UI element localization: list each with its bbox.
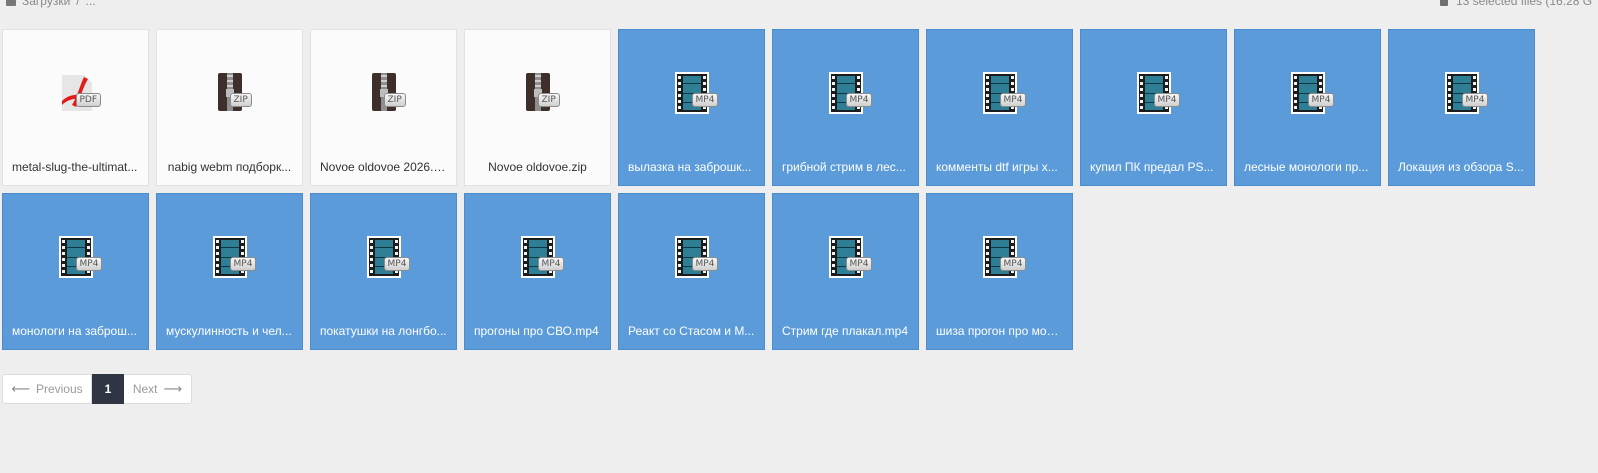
file-tile[interactable]: MP4 монологи на заброш... [2,193,149,350]
video-file-icon: MP4 [58,235,103,279]
video-file-icon: MP4 [982,235,1027,279]
video-file-icon: MP4 [982,71,1027,115]
file-extension-badge: MP4 [1153,93,1181,107]
video-file-icon: MP4 [1290,71,1335,115]
file-tile[interactable]: MP4 комменты dtf игры х... [926,29,1073,186]
file-extension-badge: MP4 [537,257,565,271]
file-tile[interactable]: MP4 Реакт со Стасом и М... [618,193,765,350]
file-tile[interactable]: MP4 покатушки на лонгбо... [310,193,457,350]
file-extension-badge: MP4 [1307,93,1335,107]
file-tile[interactable]: MP4 прогоны про СВО.mp4 [464,193,611,350]
zip-file-icon: ZIP [366,71,406,115]
breadcrumb-separator: / [76,0,80,8]
folder-icon [6,0,16,6]
file-name: покатушки на лонгбо... [320,324,447,338]
breadcrumb-folder[interactable]: Загрузки [22,0,70,8]
file-extension-badge: MP4 [75,257,103,271]
file-extension-badge: MP4 [229,257,257,271]
file-extension-badge: MP4 [999,93,1027,107]
current-page-button[interactable]: 1 [92,374,124,404]
video-file-icon: MP4 [828,235,873,279]
file-name: Стрим где плакал.mp4 [782,324,909,338]
file-name: мускулинность и чел... [166,324,292,338]
file-tile[interactable]: PDF metal-slug-the-ultimat... [2,29,149,186]
file-name: Локация из обзора S... [1398,160,1524,174]
file-grid: PDF metal-slug-the-ultimat... ZIP nabig web… [2,29,1535,350]
file-name: лесные монологи пр... [1244,160,1369,174]
zip-file-icon: ZIP [520,71,560,115]
zip-file-icon: ZIP [212,71,252,115]
video-file-icon: MP4 [674,235,719,279]
selection-text: 13 selected files (16.28 G [1456,0,1593,8]
file-tile[interactable]: MP4 вылазка на заброшк... [618,29,765,186]
breadcrumb: Загрузки / ... [6,0,96,8]
arrow-left-icon: ⟵ [11,381,30,396]
file-extension-badge: MP4 [1461,93,1489,107]
file-extension-badge: MP4 [691,93,719,107]
file-tile[interactable]: ZIP Novoe oldovoe 2026.zip [310,29,457,186]
file-name: прогоны про СВО.mp4 [474,324,599,338]
file-extension-badge: PDF [75,93,102,107]
next-label: Next [132,382,158,396]
pdf-file-icon: PDF [58,71,102,115]
file-extension-badge: MP4 [845,93,873,107]
arrow-right-icon: ⟶ [163,381,183,396]
video-file-icon: MP4 [828,71,873,115]
file-extension-badge: ZIP [229,93,252,107]
video-file-icon: MP4 [366,235,411,279]
video-file-icon: MP4 [674,71,719,115]
top-bar: Загрузки / ... 13 selected files (16.28 … [0,0,1598,14]
file-name: купил ПК предал PS... [1090,160,1214,174]
file-extension-badge: MP4 [691,257,719,271]
file-tile[interactable]: MP4 мускулинность и чел... [156,193,303,350]
file-extension-badge: MP4 [383,257,411,271]
video-file-icon: MP4 [1444,71,1489,115]
file-tile[interactable]: ZIP Novoe oldovoe.zip [464,29,611,186]
file-extension-badge: MP4 [845,257,873,271]
video-file-icon: MP4 [520,235,565,279]
file-name: комменты dtf игры х... [936,160,1058,174]
file-tile[interactable]: ZIP nabig webm подборк... [156,29,303,186]
file-extension-badge: ZIP [537,93,560,107]
file-extension-badge: ZIP [383,93,406,107]
file-tile[interactable]: MP4 купил ПК предал PS... [1080,29,1227,186]
file-tile[interactable]: MP4 Локация из обзора S... [1388,29,1535,186]
file-name: Novoe oldovoe 2026.zip [320,160,447,174]
previous-label: Previous [35,382,83,396]
file-extension-badge: MP4 [999,257,1027,271]
file-name: грибной стрим в лес... [782,160,906,174]
next-page-button[interactable]: Next ⟶ [124,374,192,404]
pagination: ⟵ Previous 1 Next ⟶ [2,374,192,404]
breadcrumb-more[interactable]: ... [86,0,96,8]
file-name: metal-slug-the-ultimat... [12,160,138,174]
file-tile[interactable]: MP4 грибной стрим в лес... [772,29,919,186]
file-tile[interactable]: MP4 шиза прогон про моб... [926,193,1073,350]
file-tile[interactable]: MP4 лесные монологи пр... [1234,29,1381,186]
selection-info: 13 selected files (16.28 G [1440,0,1592,8]
file-name: nabig webm подборк... [167,160,292,174]
file-name: Novoe oldovoe.zip [488,160,587,174]
file-name: Реакт со Стасом и М... [628,324,755,338]
previous-page-button[interactable]: ⟵ Previous [2,374,92,404]
file-name: шиза прогон про моб... [936,324,1063,338]
file-name: вылазка на заброшк... [628,160,752,174]
video-file-icon: MP4 [212,235,257,279]
video-file-icon: MP4 [1136,71,1181,115]
file-tile[interactable]: MP4 Стрим где плакал.mp4 [772,193,919,350]
file-name: монологи на заброш... [12,324,137,338]
trash-icon[interactable] [1440,0,1448,6]
